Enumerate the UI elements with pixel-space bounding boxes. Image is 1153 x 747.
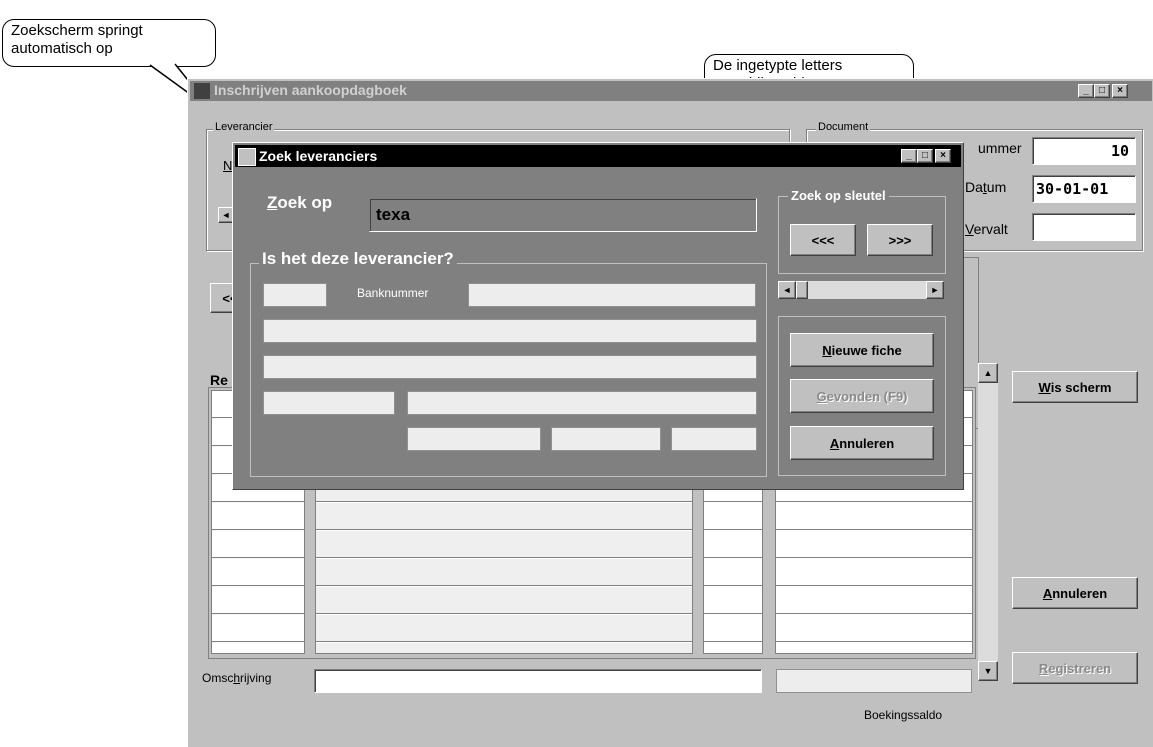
banknummer-field bbox=[468, 283, 756, 307]
detail-postcode-field bbox=[263, 391, 395, 415]
vervalt-label: Vervalt bbox=[965, 221, 1008, 237]
annuleren-dialog-button[interactable]: Annuleren bbox=[790, 426, 934, 460]
leverancier-first-letter: N bbox=[223, 158, 233, 173]
omschrijving-field[interactable] bbox=[314, 669, 762, 693]
detail-extra-field-2 bbox=[551, 427, 661, 451]
dialog-title: Zoek leveranciers bbox=[259, 148, 378, 164]
main-title-bar[interactable]: Inschrijven aankoopdagboek _ □ × bbox=[190, 81, 1152, 101]
nieuwe-fiche-button[interactable]: Nieuwe fiche bbox=[790, 333, 934, 367]
gevonden-button[interactable]: Gevonden (F9) bbox=[790, 379, 934, 413]
zoek-op-input[interactable]: texa bbox=[369, 198, 757, 232]
scroll-up-arrow[interactable]: ▲ bbox=[978, 363, 998, 383]
hscroll-right-arrow[interactable]: ► bbox=[926, 281, 944, 299]
document-group-label: Document bbox=[816, 121, 871, 133]
hscroll-thumb[interactable] bbox=[796, 281, 808, 299]
dialog-title-bar[interactable]: Zoek leveranciers _ □ × bbox=[235, 145, 961, 167]
detail-address-field bbox=[263, 355, 757, 379]
dialog-maximize-button[interactable]: □ bbox=[917, 149, 933, 163]
next-key-button[interactable]: >>> bbox=[867, 224, 933, 256]
detail-city-field bbox=[407, 391, 757, 415]
vervalt-field[interactable] bbox=[1032, 213, 1136, 241]
minimize-button[interactable]: _ bbox=[1078, 84, 1094, 98]
nummer-field[interactable]: 10 bbox=[1032, 137, 1136, 165]
wis-scherm-button[interactable]: Wis scherm bbox=[1012, 371, 1138, 403]
hscroll-left-arrow[interactable]: ◄ bbox=[778, 281, 796, 299]
table-header-fragment: Re bbox=[210, 372, 228, 388]
zoek-leveranciers-dialog: Zoek leveranciers _ □ × Zoek op texa Zoe… bbox=[232, 142, 964, 490]
zoek-sleutel-label: Zoek op sleutel bbox=[788, 188, 889, 203]
app-icon bbox=[194, 83, 210, 99]
saldo-field bbox=[776, 669, 972, 693]
detail-extra-field-3 bbox=[671, 427, 757, 451]
dialog-close-button[interactable]: × bbox=[935, 149, 951, 163]
banknummer-label: Banknummer bbox=[357, 286, 429, 300]
omschrijving-label: Omschrijving bbox=[202, 671, 272, 685]
annuleren-main-button[interactable]: Annuleren bbox=[1012, 577, 1138, 609]
boekingssaldo-label: Boekingssaldo bbox=[864, 708, 943, 722]
registreren-button[interactable]: Registreren bbox=[1012, 652, 1138, 684]
dialog-minimize-button[interactable]: _ bbox=[901, 149, 917, 163]
detail-name-field bbox=[263, 319, 757, 343]
detail-extra-field-1 bbox=[407, 427, 541, 451]
leverancier-group-label: Leverancier bbox=[213, 121, 275, 133]
nummer-label: ummer bbox=[978, 140, 1022, 156]
datum-field[interactable]: 30-01-01 bbox=[1032, 175, 1136, 203]
prev-key-button[interactable]: <<< bbox=[790, 224, 856, 256]
datum-label: Datum bbox=[965, 179, 1007, 195]
zoek-op-label: Zoek op bbox=[267, 193, 333, 212]
is-het-label: Is het deze leverancier? bbox=[259, 249, 457, 269]
dialog-hscroll[interactable]: ◄ ► bbox=[778, 281, 944, 299]
detail-code-field bbox=[263, 283, 327, 307]
dialog-app-icon bbox=[238, 148, 256, 166]
maximize-button[interactable]: □ bbox=[1094, 84, 1110, 98]
main-window-title: Inschrijven aankoopdagboek bbox=[214, 82, 407, 98]
scroll-down-arrow[interactable]: ▼ bbox=[978, 661, 998, 681]
table-scrollbar[interactable]: ▲ ▼ bbox=[978, 363, 998, 681]
close-button[interactable]: × bbox=[1112, 84, 1128, 98]
